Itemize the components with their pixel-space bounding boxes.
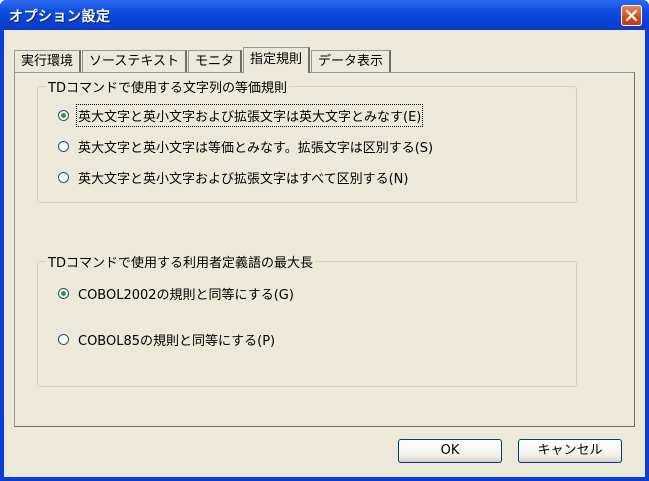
- radio-label: COBOL2002の規則と同等にする(G): [78, 288, 294, 303]
- tab-strip: 実行環境 ソーステキスト モニタ 指定規則 データ表示: [14, 46, 392, 73]
- radio-option-equivalent-case[interactable]: 英大文字と英小文字は等価とみなす。拡張文字は区別する(S): [58, 137, 433, 156]
- tab-panel: TDコマンドで使用する文字列の等価規則 英大文字と英小文字および拡張文字は英大文…: [14, 72, 635, 427]
- dialog-body: 実行環境 ソーステキスト モニタ 指定規則 データ表示 TDコマンドで使用する文…: [4, 30, 645, 477]
- close-button[interactable]: [621, 5, 642, 26]
- radio-option-cobol2002[interactable]: COBOL2002の規則と同等にする(G): [58, 284, 294, 303]
- cancel-button[interactable]: キャンセル: [518, 439, 622, 463]
- radio-option-cobol85[interactable]: COBOL85の規則と同等にする(P): [58, 330, 275, 349]
- tab-runtime-environment[interactable]: 実行環境: [14, 50, 82, 72]
- radio-button[interactable]: [58, 141, 69, 152]
- ok-button[interactable]: OK: [398, 439, 502, 463]
- radio-button[interactable]: [58, 110, 69, 121]
- radio-label: COBOL85の規則と同等にする(P): [78, 334, 276, 349]
- tab-source-text[interactable]: ソーステキスト: [82, 50, 187, 72]
- tab-data-display[interactable]: データ表示: [311, 50, 392, 72]
- close-icon: [626, 10, 637, 21]
- radio-label: 英大文字と英小文字および拡張文字は英大文字とみなす(E): [75, 104, 424, 127]
- tab-specification-rules[interactable]: 指定規則: [243, 47, 311, 73]
- tab-monitor[interactable]: モニタ: [187, 50, 242, 72]
- group-title: TDコマンドで使用する利用者定義語の最大長: [46, 252, 315, 271]
- radio-button[interactable]: [58, 172, 69, 183]
- options-dialog: オプション設定 実行環境 ソーステキスト モニタ 指定規則 データ表示 TDコマ…: [0, 0, 649, 481]
- window-title: オプション設定: [9, 9, 111, 25]
- radio-button[interactable]: [58, 334, 69, 345]
- max-length-group: TDコマンドで使用する利用者定義語の最大長 COBOL2002の規則と同等にする…: [37, 252, 577, 387]
- radio-option-distinguish-all[interactable]: 英大文字と英小文字および拡張文字はすべて区別する(N): [58, 168, 408, 187]
- group-title: TDコマンドで使用する文字列の等価規則: [46, 77, 289, 96]
- radio-label: 英大文字と英小文字および拡張文字はすべて区別する(N): [78, 172, 409, 187]
- radio-button[interactable]: [58, 288, 69, 299]
- radio-option-uppercase-all[interactable]: 英大文字と英小文字および拡張文字は英大文字とみなす(E): [58, 104, 424, 127]
- title-bar[interactable]: オプション設定: [0, 0, 649, 30]
- string-equivalence-group: TDコマンドで使用する文字列の等価規則 英大文字と英小文字および拡張文字は英大文…: [37, 77, 577, 203]
- radio-label: 英大文字と英小文字は等価とみなす。拡張文字は区別する(S): [78, 141, 434, 156]
